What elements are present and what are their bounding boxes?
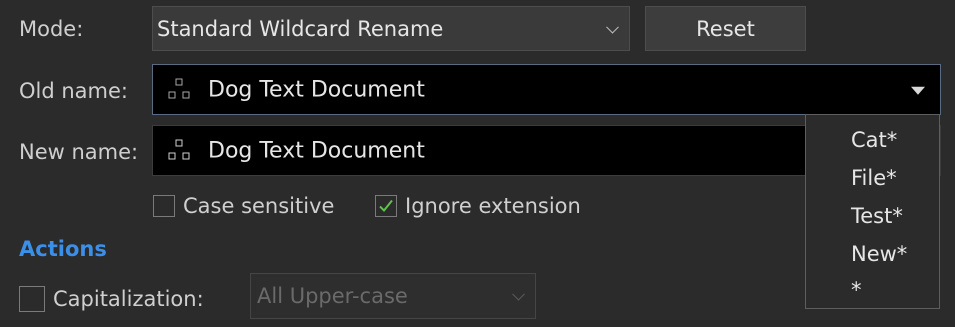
chevron-down-icon (512, 287, 525, 301)
ignore-extension-checkbox[interactable]: Ignore extension (375, 194, 581, 218)
reset-button[interactable]: Reset (645, 6, 806, 51)
dropdown-item[interactable]: Test* (851, 204, 903, 228)
dropdown-item[interactable]: * (851, 278, 862, 302)
checkbox-box[interactable] (375, 195, 397, 217)
new-name-value: Dog Text Document (208, 138, 425, 163)
old-name-label: Old name: (19, 79, 128, 103)
mode-label: Mode: (19, 17, 84, 41)
ignore-extension-label: Ignore extension (405, 194, 581, 218)
checkmark-icon (379, 199, 393, 212)
tree-structure-icon (168, 139, 190, 160)
tree-structure-icon (168, 78, 190, 99)
old-name-value: Dog Text Document (208, 77, 425, 102)
mode-select-value: Standard Wildcard Rename (157, 16, 444, 41)
new-name-label: New name: (19, 140, 139, 164)
dropdown-item[interactable]: New* (851, 242, 907, 266)
chevron-down-icon (606, 20, 619, 34)
actions-heading: Actions (19, 237, 107, 261)
old-name-dropdown-list[interactable]: Cat* File* Test* New* * (805, 114, 940, 309)
dropdown-item[interactable]: Cat* (851, 128, 897, 152)
case-sensitive-checkbox[interactable]: Case sensitive (153, 194, 334, 218)
capitalization-select: All Upper-case (250, 273, 536, 319)
mode-select[interactable]: Standard Wildcard Rename (152, 6, 630, 51)
dropdown-arrow-icon[interactable] (911, 86, 925, 95)
capitalization-checkbox[interactable]: Capitalization: (19, 286, 204, 312)
old-name-combobox[interactable]: Dog Text Document (152, 64, 941, 115)
checkbox-box[interactable] (19, 286, 45, 312)
capitalization-select-value: All Upper-case (257, 284, 408, 308)
checkbox-box[interactable] (153, 195, 175, 217)
case-sensitive-label: Case sensitive (183, 194, 335, 218)
capitalization-label: Capitalization: (53, 287, 204, 311)
dropdown-item[interactable]: File* (851, 166, 897, 190)
